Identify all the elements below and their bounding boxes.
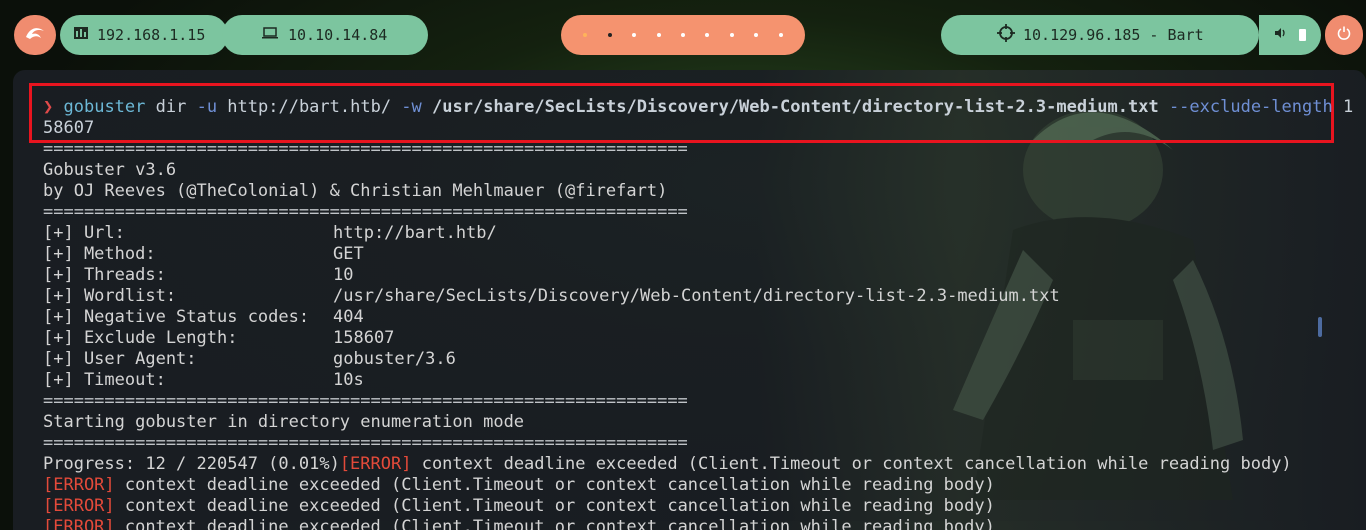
local-ip-label: 192.168.1.15 — [97, 26, 206, 44]
battery-icon[interactable] — [1299, 29, 1307, 41]
top-status-bar: 192.168.1.15 10.10.14.84 10.129.96.185 -… — [0, 0, 1366, 70]
target-label: 10.129.96.185 - Bart — [1023, 26, 1204, 44]
power-button[interactable] — [1325, 15, 1363, 55]
kali-menu-button[interactable] — [14, 15, 56, 55]
separator: ========================================… — [43, 433, 688, 453]
command-line-wrap: 58607 — [43, 118, 95, 138]
config-value: gobuster/3.6 — [333, 349, 456, 369]
config-key: [+] Timeout: — [43, 370, 166, 390]
separator: ========================================… — [43, 202, 688, 222]
vpn-ip-widget[interactable]: 10.10.14.84 — [222, 15, 428, 55]
config-key: [+] Exclude Length: — [43, 328, 238, 348]
config-value: 404 — [333, 307, 364, 327]
config-key: [+] Url: — [43, 223, 125, 243]
config-key: [+] Wordlist: — [43, 286, 177, 306]
config-row: [+] Method: GET — [43, 244, 364, 265]
config-value: 10s — [333, 370, 364, 390]
crosshair-icon — [997, 24, 1015, 46]
config-row: [+] Wordlist: /usr/share/SecLists/Discove… — [43, 286, 1060, 307]
config-row: [+] User Agent: gobuster/3.6 — [43, 349, 456, 370]
separator: ========================================… — [43, 139, 688, 159]
scrollbar[interactable] — [1318, 317, 1322, 337]
workspace-9[interactable] — [778, 33, 783, 37]
error-line: [ERROR] context deadline exceeded (Clien… — [43, 475, 995, 495]
local-ip-widget[interactable]: 192.168.1.15 — [60, 15, 228, 55]
volume-icon[interactable] — [1274, 27, 1286, 43]
workspace-5[interactable] — [680, 33, 685, 37]
workspace-4[interactable] — [656, 33, 661, 37]
system-tray[interactable] — [1259, 15, 1321, 55]
vpn-ip-label: 10.10.14.84 — [288, 26, 388, 44]
terminal-window[interactable]: ❯ gobuster dir -u http://bart.htb/ -w /u… — [13, 70, 1366, 530]
workspace-3[interactable] — [632, 33, 637, 37]
config-value: GET — [333, 244, 364, 264]
config-key: [+] Threads: — [43, 265, 166, 285]
error-line: [ERROR] context deadline exceeded (Clien… — [43, 517, 995, 530]
workspace-1[interactable] — [583, 33, 588, 37]
config-row: [+] Exclude Length: 158607 — [43, 328, 394, 349]
network-icon — [74, 27, 88, 43]
starting-message: Starting gobuster in directory enumerati… — [43, 412, 525, 432]
workspace-switcher[interactable] — [561, 15, 805, 55]
config-value: 158607 — [333, 328, 395, 348]
kali-dragon-icon — [24, 25, 46, 46]
workspace-2[interactable] — [607, 33, 612, 37]
config-key: [+] User Agent: — [43, 349, 197, 369]
config-row: [+] Timeout: 10s — [43, 370, 364, 391]
power-icon — [1337, 26, 1351, 44]
config-key: [+] Method: — [43, 244, 156, 264]
config-row: [+] Threads: 10 — [43, 265, 353, 286]
banner-authors: by OJ Reeves (@TheColonial) & Christian … — [43, 181, 668, 201]
config-value: /usr/share/SecLists/Discovery/Web-Conten… — [333, 286, 1060, 306]
config-row: [+] Url: http://bart.htb/ — [43, 223, 497, 244]
command-line: ❯ gobuster dir -u http://bart.htb/ -w /u… — [43, 97, 1354, 117]
config-row: [+] Negative Status codes: 404 — [43, 307, 364, 328]
laptop-icon — [262, 27, 278, 43]
config-value: 10 — [333, 265, 354, 285]
progress-line: Progress: 12 / 220547 (0.01%)[ERROR] con… — [43, 454, 1292, 474]
workspace-7[interactable] — [729, 33, 734, 37]
error-line: [ERROR] context deadline exceeded (Clien… — [43, 496, 995, 516]
workspace-8[interactable] — [754, 33, 759, 37]
config-value: http://bart.htb/ — [333, 223, 497, 243]
prompt-symbol: ❯ — [43, 97, 54, 117]
workspace-6[interactable] — [705, 33, 710, 37]
separator: ========================================… — [43, 391, 688, 411]
target-widget[interactable]: 10.129.96.185 - Bart — [941, 15, 1259, 55]
config-key: [+] Negative Status codes: — [43, 307, 310, 327]
banner-title: Gobuster v3.6 — [43, 160, 177, 180]
